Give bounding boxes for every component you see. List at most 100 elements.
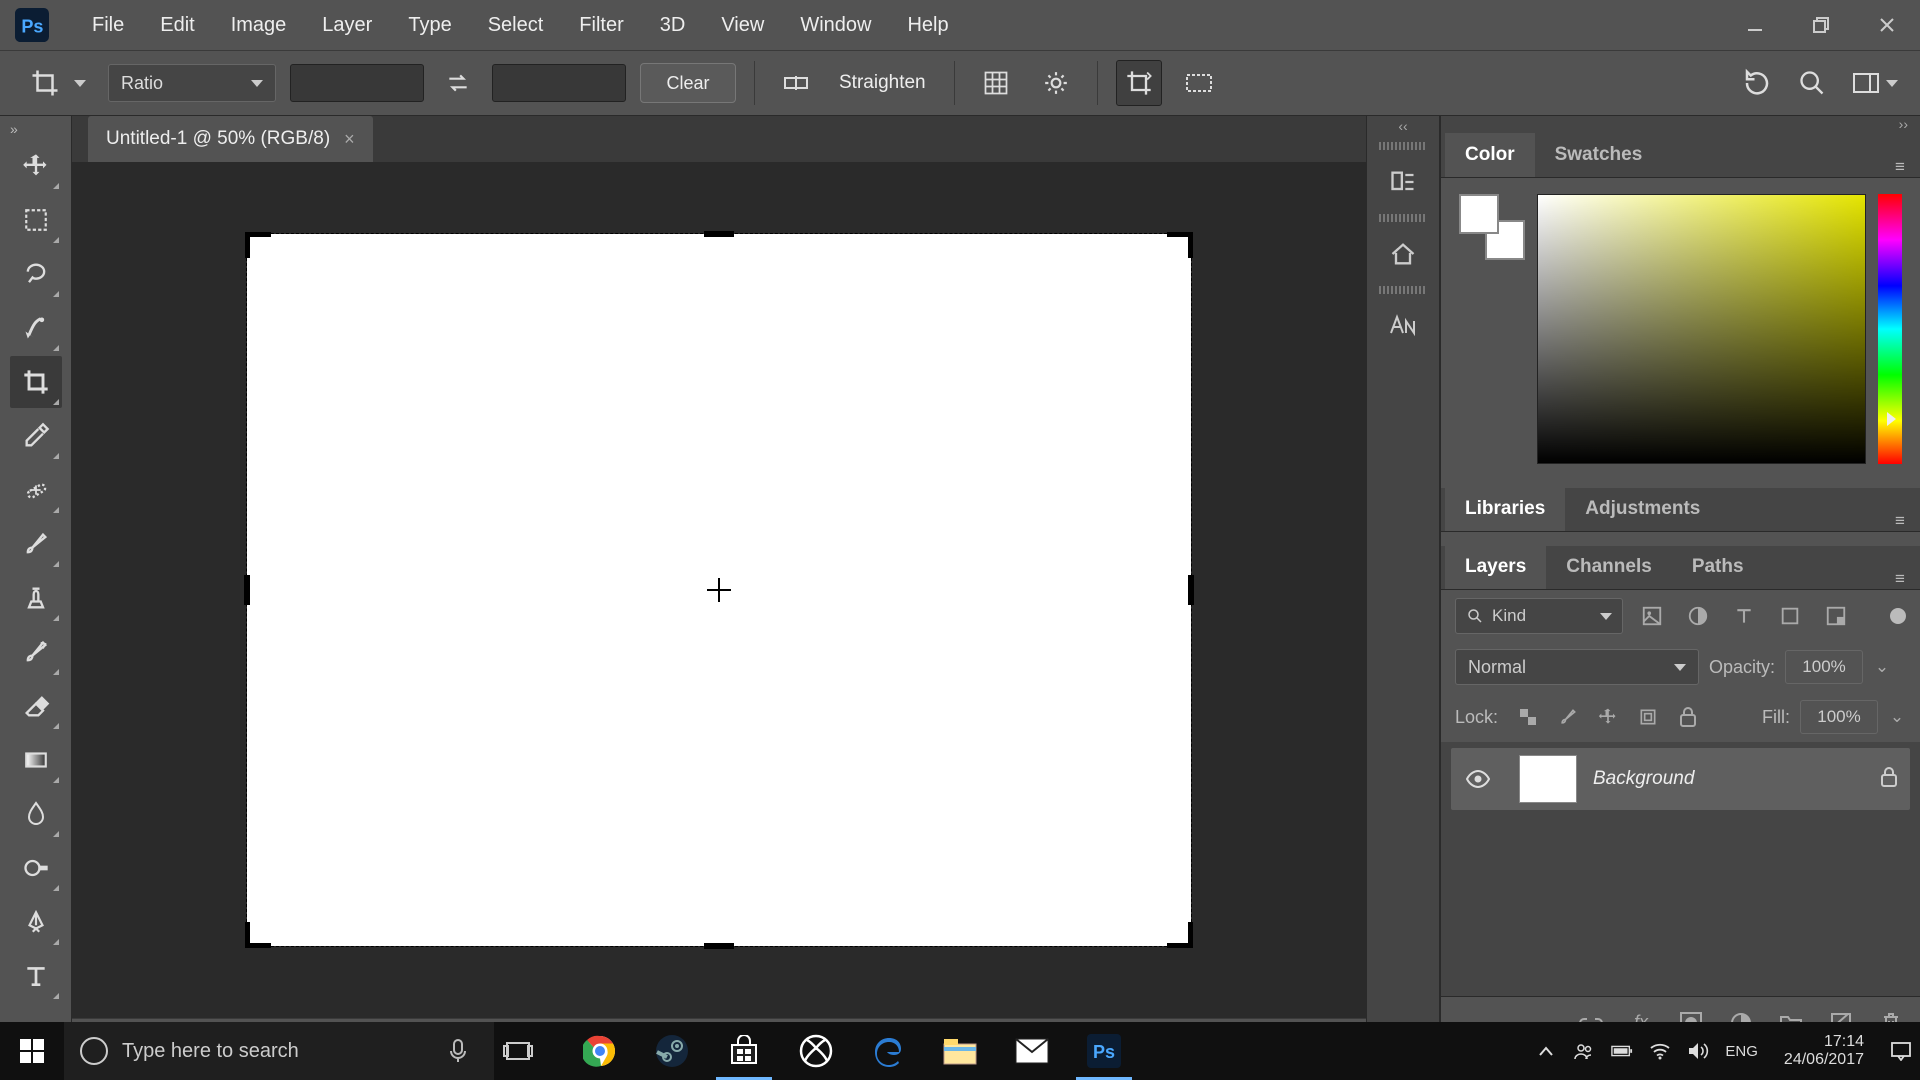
fill-input[interactable]: 100%	[1800, 700, 1878, 734]
menu-type[interactable]: Type	[390, 0, 469, 50]
crop-tool[interactable]	[10, 356, 62, 408]
canvas[interactable]	[247, 234, 1191, 946]
taskbar-xbox-icon[interactable]	[780, 1022, 852, 1080]
taskbar-steam-icon[interactable]	[636, 1022, 708, 1080]
reset-crop-icon[interactable]	[1742, 68, 1772, 98]
gradient-tool[interactable]	[10, 734, 62, 786]
lock-artboard-icon[interactable]	[1634, 703, 1662, 731]
pen-tool[interactable]	[10, 896, 62, 948]
menu-edit[interactable]: Edit	[142, 0, 212, 50]
tab-adjustments[interactable]: Adjustments	[1565, 487, 1720, 531]
color-field[interactable]	[1537, 194, 1866, 464]
tab-color[interactable]: Color	[1445, 133, 1535, 177]
canvas-viewport[interactable]	[72, 162, 1366, 1018]
quick-selection-tool[interactable]	[10, 302, 62, 354]
filter-toggle[interactable]	[1890, 608, 1906, 624]
workspace-switcher-icon[interactable]	[1852, 71, 1880, 95]
swap-dimensions-icon[interactable]	[438, 63, 478, 103]
tab-paths[interactable]: Paths	[1672, 545, 1764, 589]
filter-adjustment-icon[interactable]	[1681, 599, 1715, 633]
crop-aspect-select[interactable]: Ratio	[108, 64, 276, 102]
taskbar-explorer-icon[interactable]	[924, 1022, 996, 1080]
task-view-icon[interactable]	[494, 1039, 542, 1063]
clear-button[interactable]: Clear	[640, 63, 736, 103]
menu-layer[interactable]: Layer	[304, 0, 390, 50]
layer-filter-kind-select[interactable]: Kind	[1455, 598, 1623, 634]
tray-people-icon[interactable]	[1573, 1040, 1595, 1062]
delete-cropped-pixels-icon[interactable]	[1116, 60, 1162, 106]
tray-clock[interactable]: 17:14 24/06/2017	[1784, 1033, 1864, 1070]
layer-thumbnail[interactable]	[1519, 755, 1577, 803]
panel-grip[interactable]	[1379, 142, 1427, 150]
crop-handle-top-right[interactable]	[1167, 232, 1193, 258]
history-panel-icon[interactable]	[1379, 158, 1427, 206]
character-panel-icon[interactable]	[1379, 302, 1427, 350]
tray-language[interactable]: ENG	[1725, 1043, 1758, 1060]
filter-smart-icon[interactable]	[1819, 599, 1853, 633]
expand-tools-icon[interactable]: »	[0, 120, 71, 138]
crop-handle-left[interactable]	[244, 575, 250, 605]
layer-name[interactable]: Background	[1593, 768, 1694, 790]
crop-handle-bottom[interactable]	[704, 943, 734, 949]
crop-handle-bottom-left[interactable]	[245, 922, 271, 948]
tab-swatches[interactable]: Swatches	[1535, 133, 1663, 177]
menu-window[interactable]: Window	[782, 0, 889, 50]
taskbar-mail-icon[interactable]	[996, 1022, 1068, 1080]
lock-pixels-icon[interactable]	[1554, 703, 1582, 731]
overlay-grid-icon[interactable]	[973, 60, 1019, 106]
menu-view[interactable]: View	[703, 0, 782, 50]
lock-all-icon[interactable]	[1674, 703, 1702, 731]
taskbar-photoshop-icon[interactable]: Ps	[1068, 1022, 1140, 1080]
menu-file[interactable]: File	[74, 0, 142, 50]
rectangular-marquee-tool[interactable]	[10, 194, 62, 246]
properties-panel-icon[interactable]	[1379, 230, 1427, 278]
crop-options-gear-icon[interactable]	[1033, 60, 1079, 106]
tray-overflow-icon[interactable]	[1535, 1040, 1557, 1062]
window-restore-button[interactable]	[1788, 7, 1854, 43]
tray-wifi-icon[interactable]	[1649, 1040, 1671, 1062]
taskbar-search[interactable]: Type here to search	[64, 1022, 494, 1080]
menu-3d[interactable]: 3D	[642, 0, 704, 50]
start-button[interactable]	[0, 1022, 64, 1080]
mic-icon[interactable]	[438, 1039, 478, 1063]
menu-filter[interactable]: Filter	[561, 0, 641, 50]
brush-tool[interactable]	[10, 518, 62, 570]
eyedropper-tool[interactable]	[10, 410, 62, 462]
filter-shape-icon[interactable]	[1773, 599, 1807, 633]
tab-layers[interactable]: Layers	[1445, 545, 1546, 589]
layer-item[interactable]: Background	[1451, 748, 1910, 810]
menu-image[interactable]: Image	[213, 0, 305, 50]
tray-battery-icon[interactable]	[1611, 1040, 1633, 1062]
opacity-dropdown[interactable]: ⌄	[1873, 657, 1891, 677]
clone-stamp-tool[interactable]	[10, 572, 62, 624]
lasso-tool[interactable]	[10, 248, 62, 300]
window-close-button[interactable]	[1854, 7, 1920, 43]
foreground-background-swatch[interactable]	[1459, 194, 1525, 260]
tray-notifications-icon[interactable]	[1890, 1040, 1912, 1062]
crop-handle-top[interactable]	[704, 231, 734, 237]
healing-brush-tool[interactable]	[10, 464, 62, 516]
crop-handle-right[interactable]	[1188, 575, 1194, 605]
taskbar-chrome-icon[interactable]	[564, 1022, 636, 1080]
layer-lock-icon[interactable]	[1880, 767, 1898, 792]
blur-tool[interactable]	[10, 788, 62, 840]
panel-grip[interactable]	[1379, 286, 1427, 294]
window-minimize-button[interactable]	[1722, 7, 1788, 43]
expand-column-icon[interactable]: ‹‹	[1367, 116, 1439, 134]
eraser-tool[interactable]	[10, 680, 62, 732]
dodge-tool[interactable]	[10, 842, 62, 894]
panel-menu-icon[interactable]: ≡	[1880, 511, 1920, 531]
history-brush-tool[interactable]	[10, 626, 62, 678]
opacity-input[interactable]: 100%	[1785, 650, 1863, 684]
crop-handle-top-left[interactable]	[245, 232, 271, 258]
panel-menu-icon[interactable]: ≡	[1880, 569, 1920, 589]
lock-position-icon[interactable]	[1594, 703, 1622, 731]
panel-menu-icon[interactable]: ≡	[1880, 157, 1920, 177]
tab-libraries[interactable]: Libraries	[1445, 487, 1565, 531]
move-tool[interactable]	[10, 140, 62, 192]
taskbar-store-icon[interactable]	[708, 1022, 780, 1080]
taskbar-edge-icon[interactable]	[852, 1022, 924, 1080]
panel-grip[interactable]	[1379, 214, 1427, 222]
fill-dropdown[interactable]: ⌄	[1888, 707, 1906, 727]
crop-handle-bottom-right[interactable]	[1167, 922, 1193, 948]
